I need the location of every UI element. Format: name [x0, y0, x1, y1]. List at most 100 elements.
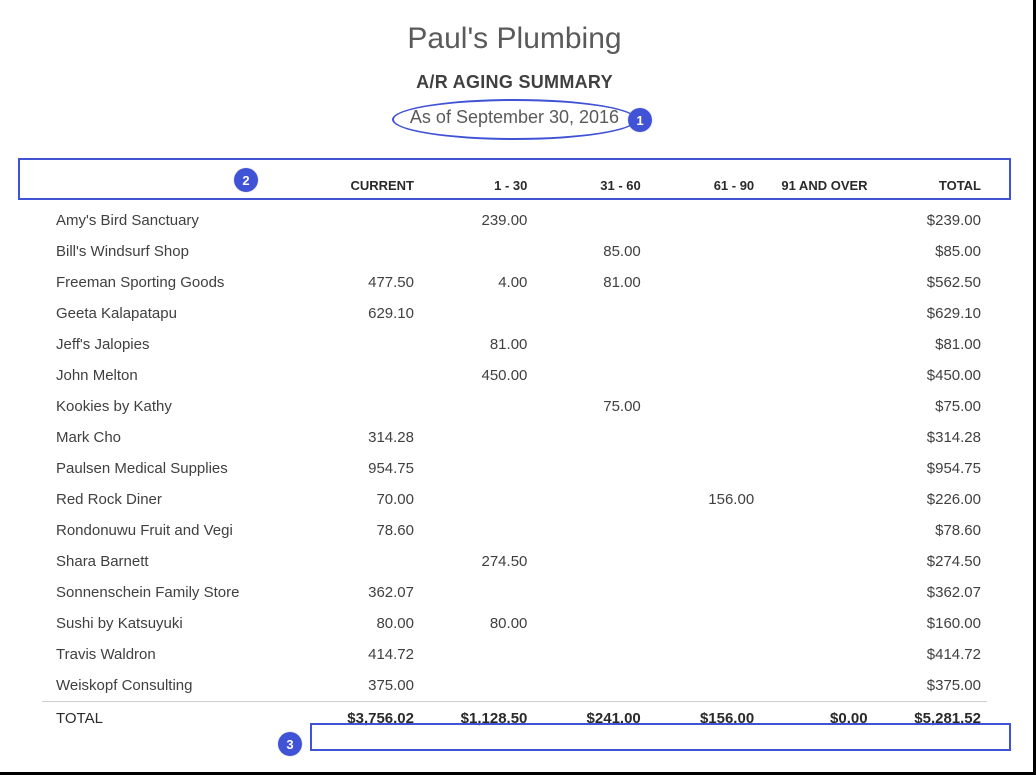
total-total: $5,281.52: [874, 702, 987, 736]
cell-31-60: 85.00: [533, 236, 646, 267]
name: John Melton: [42, 360, 307, 391]
total-91-over: $0.00: [760, 702, 873, 736]
cell-61-90: [647, 608, 760, 639]
cell-61-90: [647, 298, 760, 329]
cell-61-90: [647, 639, 760, 670]
cell-61-90: [647, 422, 760, 453]
cell-31-60: [533, 453, 646, 484]
cell-current: 70.00: [307, 484, 420, 515]
cell-total: $954.75: [874, 453, 987, 484]
name: Jeff's Jalopies: [42, 329, 307, 360]
cell-91-over: [760, 639, 873, 670]
cell-61-90: [647, 205, 760, 236]
name: Weiskopf Consulting: [42, 670, 307, 702]
cell-current: 78.60: [307, 515, 420, 546]
total-label: TOTAL: [42, 702, 307, 736]
name: Mark Cho: [42, 422, 307, 453]
cell-total: $274.50: [874, 546, 987, 577]
name: Bill's Windsurf Shop: [42, 236, 307, 267]
cell-1-30: 81.00: [420, 329, 533, 360]
cell-91-over: [760, 577, 873, 608]
cell-61-90: [647, 267, 760, 298]
cell-61-90: [647, 391, 760, 422]
total-1-30: $1,128.50: [420, 702, 533, 736]
cell-91-over: [760, 360, 873, 391]
report-title: A/R AGING SUMMARY: [20, 72, 1009, 93]
cell-61-90: [647, 515, 760, 546]
table-row: Paulsen Medical Supplies954.75 $954.75: [42, 453, 987, 484]
cell-current: 375.00: [307, 670, 420, 702]
cell-31-60: [533, 546, 646, 577]
cell-91-over: [760, 515, 873, 546]
cell-current: 362.07: [307, 577, 420, 608]
cell-total: $160.00: [874, 608, 987, 639]
cell-91-over: [760, 236, 873, 267]
cell-1-30: [420, 577, 533, 608]
cell-total: $78.60: [874, 515, 987, 546]
cell-61-90: [647, 329, 760, 360]
cell-current: 414.72: [307, 639, 420, 670]
cell-1-30: [420, 422, 533, 453]
table-row: Sushi by Katsuyuki80.0080.00$160.00: [42, 608, 987, 639]
cell-91-over: [760, 329, 873, 360]
cell-31-60: 81.00: [533, 267, 646, 298]
cell-current: 629.10: [307, 298, 420, 329]
cell-91-over: [760, 546, 873, 577]
name: Geeta Kalapatapu: [42, 298, 307, 329]
cell-1-30: [420, 670, 533, 702]
cell-1-30: [420, 484, 533, 515]
cell-total: $85.00: [874, 236, 987, 267]
table-row: Travis Waldron414.72$414.72: [42, 639, 987, 670]
cell-1-30: 274.50: [420, 546, 533, 577]
col-1-30: 1 - 30: [420, 168, 533, 205]
cell-current: 314.28: [307, 422, 420, 453]
cell-current: [307, 391, 420, 422]
total-current: $3,756.02: [307, 702, 420, 736]
cell-total: $362.07: [874, 577, 987, 608]
cell-current: [307, 236, 420, 267]
cell-91-over: [760, 484, 873, 515]
cell-31-60: [533, 608, 646, 639]
table-row: Rondonuwu Fruit and Vegi78.60$78.60: [42, 515, 987, 546]
as-of-date: As of September 30, 2016: [410, 107, 619, 127]
cell-current: [307, 329, 420, 360]
col-current: CURRENT: [307, 168, 420, 205]
cell-31-60: [533, 329, 646, 360]
cell-61-90: [647, 236, 760, 267]
cell-91-over: [760, 267, 873, 298]
cell-current: 954.75: [307, 453, 420, 484]
cell-total: $239.00: [874, 205, 987, 236]
cell-1-30: [420, 391, 533, 422]
cell-1-30: [420, 453, 533, 484]
cell-total: $375.00: [874, 670, 987, 702]
company-name: Paul's Plumbing: [20, 22, 1009, 56]
name: Sonnenschein Family Store: [42, 577, 307, 608]
report-inner: Paul's Plumbing A/R AGING SUMMARY As of …: [20, 14, 1009, 752]
cell-1-30: [420, 236, 533, 267]
cell-total: $314.28: [874, 422, 987, 453]
table-row: Shara Barnett274.50$274.50: [42, 546, 987, 577]
cell-31-60: [533, 577, 646, 608]
cell-total: $226.00: [874, 484, 987, 515]
cell-1-30: 239.00: [420, 205, 533, 236]
cell-total: $450.00: [874, 360, 987, 391]
cell-current: [307, 546, 420, 577]
cell-31-60: [533, 670, 646, 702]
cell-91-over: [760, 205, 873, 236]
name: Amy's Bird Sanctuary: [42, 205, 307, 236]
name: Paulsen Medical Supplies: [42, 453, 307, 484]
cell-31-60: [533, 298, 646, 329]
col-61-90: 61 - 90: [647, 168, 760, 205]
cell-91-over: [760, 453, 873, 484]
table-row: Weiskopf Consulting375.00 $375.00: [42, 670, 987, 702]
cell-1-30: [420, 298, 533, 329]
cell-1-30: 450.00: [420, 360, 533, 391]
name: Kookies by Kathy: [42, 391, 307, 422]
cell-61-90: 156.00: [647, 484, 760, 515]
table-row: Sonnenschein Family Store362.07 $362.07: [42, 577, 987, 608]
col-name: [42, 168, 307, 205]
table-row: John Melton 450.00 $450.00: [42, 360, 987, 391]
as-of-wrap: As of September 30, 2016: [410, 101, 619, 138]
cell-61-90: [647, 360, 760, 391]
cell-91-over: [760, 422, 873, 453]
